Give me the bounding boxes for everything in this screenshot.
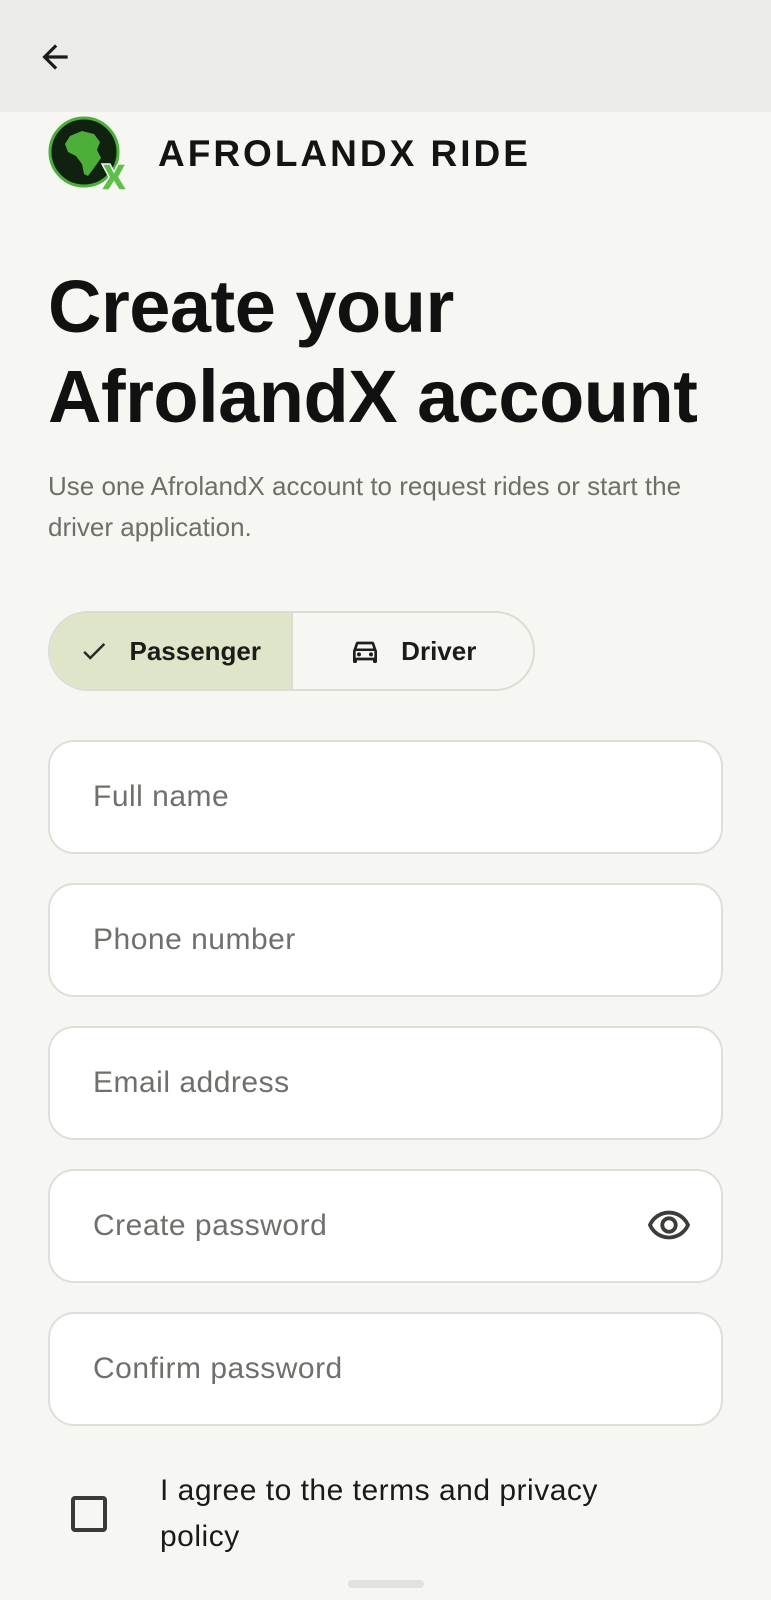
confirm-password-field <box>48 1312 723 1426</box>
page-title-line2: AfrolandX account <box>48 355 698 438</box>
terms-checkbox[interactable] <box>71 1496 107 1532</box>
app-bar <box>0 0 771 112</box>
create-password-input[interactable] <box>93 1209 641 1243</box>
terms-checkbox-wrap <box>48 1473 130 1555</box>
brand-name: AFROLANDX RIDE <box>158 133 531 174</box>
page-subtitle: Use one AfrolandX account to request rid… <box>48 471 682 542</box>
driver-role-label: Driver <box>401 635 477 666</box>
eye-icon <box>647 1210 691 1240</box>
confirm-password-input[interactable] <box>93 1352 697 1386</box>
check-icon <box>83 642 106 660</box>
driver-role-button[interactable]: Driver <box>293 613 534 689</box>
full-name-field <box>48 740 723 854</box>
email-input[interactable] <box>93 1066 697 1100</box>
passenger-role-button[interactable]: Passenger <box>50 613 293 689</box>
phone-field <box>48 883 723 997</box>
arrow-left-icon <box>42 44 68 70</box>
role-toggle: Passenger Driver <box>48 611 535 691</box>
home-indicator <box>348 1580 424 1588</box>
terms-label: I agree to the terms and privacy policy <box>160 1474 598 1553</box>
page-title: Create your AfrolandX account <box>48 262 748 442</box>
passenger-role-label: Passenger <box>129 635 262 666</box>
brand-header: AFROLANDX RIDE <box>48 116 531 192</box>
password-field <box>48 1169 723 1283</box>
email-field <box>48 1026 723 1140</box>
terms-row: I agree to the terms and privacy policy <box>48 1468 748 1560</box>
page-title-line1: Create your <box>48 265 454 348</box>
password-visibility-toggle[interactable] <box>641 1198 697 1254</box>
car-icon <box>353 641 378 663</box>
full-name-input[interactable] <box>93 780 697 814</box>
back-button[interactable] <box>26 28 84 86</box>
phone-number-input[interactable] <box>93 923 697 957</box>
africa-map-logo <box>48 116 129 192</box>
